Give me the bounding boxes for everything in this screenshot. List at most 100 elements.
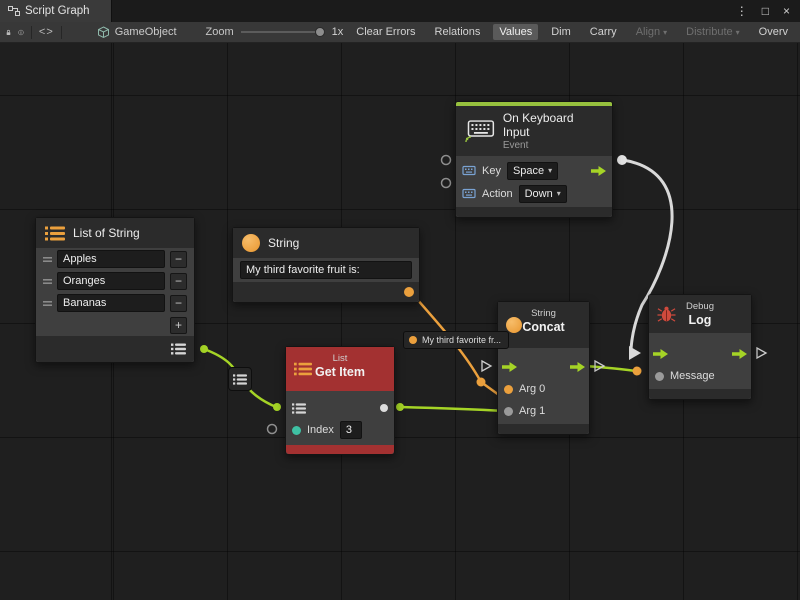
port-row-arg0: Arg 0: [498, 378, 589, 400]
flow-triangle-icon[interactable]: [482, 361, 491, 371]
close-icon[interactable]: ×: [783, 4, 790, 18]
node-header: String: [233, 228, 419, 258]
arg0-label: Arg 0: [519, 383, 545, 395]
node-body: Message: [649, 333, 751, 389]
remove-item-button[interactable]: −: [170, 251, 187, 268]
wire-port-dot[interactable]: [633, 367, 642, 376]
lock-icon[interactable]: [6, 26, 11, 39]
input-port-circle[interactable]: [268, 425, 277, 434]
clear-errors-button[interactable]: Clear Errors: [350, 24, 421, 40]
node-footer: [36, 336, 194, 362]
carry-button[interactable]: Carry: [584, 24, 623, 40]
wire-port-dot[interactable]: [200, 345, 208, 353]
string-value-dot-icon: [409, 336, 417, 344]
arg0-input-port[interactable]: [504, 385, 513, 394]
script-graph-icon: [8, 5, 20, 17]
graph-canvas[interactable]: On Keyboard Input Event Key Space▾: [0, 43, 800, 600]
dim-button[interactable]: Dim: [545, 24, 577, 40]
zoom-slider-track[interactable]: [241, 31, 325, 33]
node-footer: [286, 445, 394, 454]
node-title: List of String: [73, 226, 140, 240]
node-title: String: [268, 236, 299, 250]
drag-handle-icon[interactable]: [43, 278, 52, 285]
node-title: On Keyboard Input: [503, 111, 603, 139]
gameobject-selector[interactable]: GameObject: [97, 26, 177, 39]
item-output-port[interactable]: [380, 404, 388, 412]
tab-script-graph[interactable]: Script Graph: [0, 0, 112, 22]
node-list-of-string[interactable]: List of String Apples − Oranges − Banana…: [35, 217, 195, 363]
node-header: Debug Log: [649, 295, 751, 333]
control-input-port[interactable]: [502, 362, 517, 372]
list-item-field[interactable]: Oranges: [57, 272, 165, 290]
align-button[interactable]: Align▾: [630, 24, 673, 40]
control-output-port[interactable]: [570, 362, 585, 372]
wire-port-dot[interactable]: [273, 403, 281, 411]
node-footer: [498, 424, 589, 434]
input-port-circle[interactable]: [442, 179, 451, 188]
list-input-port[interactable]: [292, 403, 306, 414]
list-item-field[interactable]: Bananas: [57, 294, 165, 312]
wire-getitem-to-concat[interactable]: [400, 407, 506, 411]
remove-item-button[interactable]: −: [170, 295, 187, 312]
key-label: Key: [482, 165, 501, 177]
zoom-slider[interactable]: [241, 26, 325, 38]
control-flow-row: [498, 356, 589, 378]
list-output-port[interactable]: [171, 344, 186, 355]
node-footer: [233, 282, 419, 302]
port-row-list: [286, 397, 394, 419]
overview-button[interactable]: Overv: [753, 24, 794, 40]
control-output-port[interactable]: [591, 166, 606, 176]
add-item-button[interactable]: +: [170, 317, 187, 334]
node-body: Index 3: [286, 391, 394, 445]
wire-port-dot[interactable]: [396, 403, 404, 411]
drag-handle-icon[interactable]: [43, 256, 52, 263]
list-item-row: Oranges −: [36, 270, 194, 292]
drag-handle-icon[interactable]: [43, 300, 52, 307]
key-dropdown[interactable]: Space▾: [507, 162, 558, 180]
message-input-port[interactable]: [655, 372, 664, 381]
string-output-port[interactable]: [404, 287, 414, 297]
info-icon[interactable]: [18, 26, 24, 39]
add-item-row: +: [36, 314, 194, 336]
edit-script-icon[interactable]: <>: [39, 26, 54, 38]
flow-triangle-icon[interactable]: [757, 348, 766, 358]
distribute-button[interactable]: Distribute▾: [680, 24, 745, 40]
list-item-row: Bananas −: [36, 292, 194, 314]
list-item-field[interactable]: Apples: [57, 250, 165, 268]
string-value-field[interactable]: My third favorite fruit is:: [240, 261, 412, 279]
relations-button[interactable]: Relations: [429, 24, 487, 40]
wire-concat-to-log[interactable]: [582, 366, 636, 371]
action-label: Action: [482, 188, 513, 200]
maximize-icon[interactable]: □: [762, 4, 769, 18]
arg1-input-port[interactable]: [504, 407, 513, 416]
input-port-circle[interactable]: [442, 156, 451, 165]
node-get-item[interactable]: List Get Item Index 3: [285, 346, 395, 455]
port-row-action: Action Down▾: [456, 182, 612, 205]
index-label: Index: [307, 424, 334, 436]
values-button[interactable]: Values: [493, 24, 538, 40]
menu-icon[interactable]: ⋮: [736, 4, 748, 18]
node-log[interactable]: Debug Log Message: [648, 294, 752, 400]
node-header: List of String: [36, 218, 194, 248]
message-label: Message: [670, 370, 715, 382]
node-subtitle: Event: [503, 140, 603, 151]
index-field[interactable]: 3: [340, 421, 362, 439]
node-header: On Keyboard Input Event: [456, 106, 612, 156]
titlebar: Script Graph ⋮ □ ×: [0, 0, 800, 22]
zoom-slider-knob[interactable]: [315, 27, 325, 37]
node-concat[interactable]: String Concat Arg 0 Arg 1: [497, 301, 590, 435]
index-input-port[interactable]: [292, 426, 301, 435]
control-output-port[interactable]: [732, 349, 747, 359]
wire-port-dot[interactable]: [477, 378, 486, 387]
wire-value-badge-list: [228, 367, 252, 391]
control-flow-row: [649, 343, 751, 365]
wire-start-dot[interactable]: [617, 155, 627, 165]
remove-item-button[interactable]: −: [170, 273, 187, 290]
wire-value-badge-string: My third favorite fr...: [403, 331, 509, 349]
node-on-keyboard-input[interactable]: On Keyboard Input Event Key Space▾: [455, 101, 613, 218]
node-string-literal[interactable]: String My third favorite fruit is:: [232, 227, 420, 303]
list-icon: [294, 362, 312, 376]
control-input-port[interactable]: [653, 349, 668, 359]
node-body: Arg 0 Arg 1: [498, 348, 589, 424]
action-dropdown[interactable]: Down▾: [519, 185, 567, 203]
